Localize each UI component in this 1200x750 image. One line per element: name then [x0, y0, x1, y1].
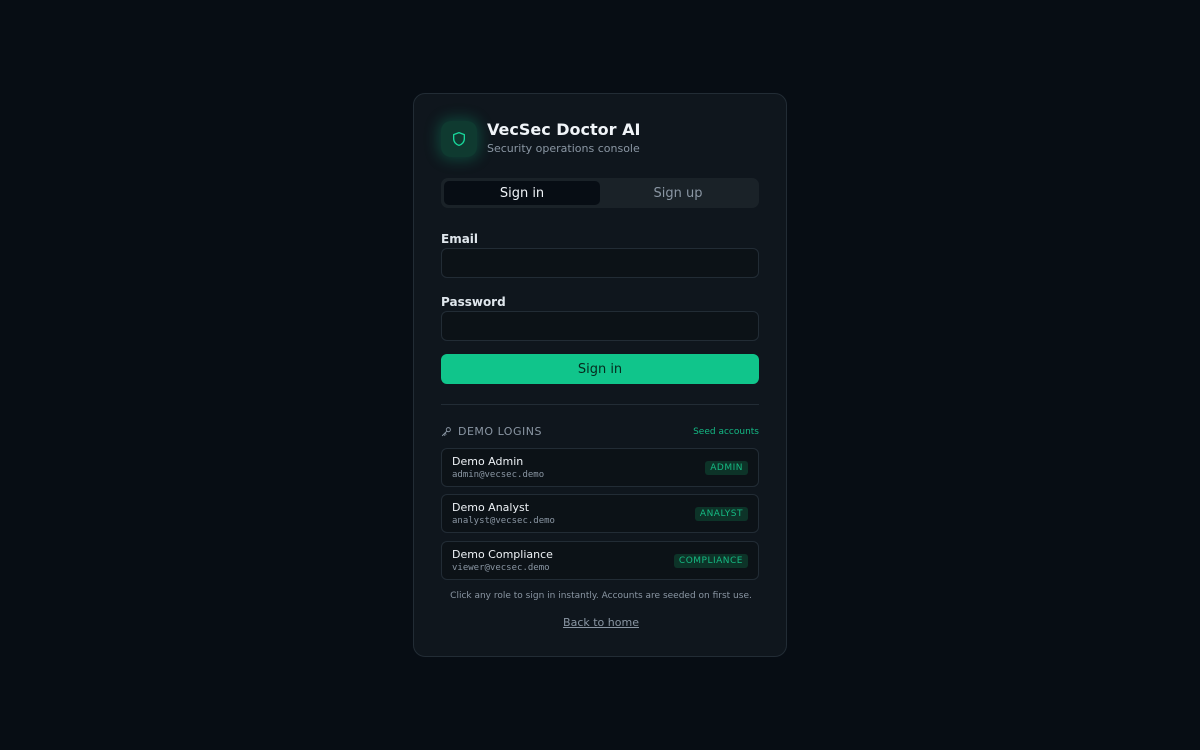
demo-account-name: Demo Admin: [452, 455, 524, 468]
app-title: VecSec Doctor AI: [487, 120, 641, 139]
key-icon: [441, 427, 451, 437]
role-badge: ANALYST: [694, 507, 748, 521]
tab-sign-in[interactable]: Sign in: [444, 181, 600, 205]
demo-account-compliance[interactable]: Demo Compliance viewer@vecsec.demo COMPL…: [441, 541, 759, 580]
email-field[interactable]: [441, 248, 759, 278]
shield-icon: [453, 131, 465, 146]
brand-header: VecSec Doctor AI Security operations con…: [441, 120, 640, 157]
demo-account-email: analyst@vecsec.demo: [452, 516, 555, 526]
demo-logins-title: DEMO LOGINS: [458, 425, 542, 438]
email-label: Email: [441, 232, 479, 246]
demo-logins-header: DEMO LOGINS Seed accounts: [441, 425, 759, 438]
demo-account-email: admin@vecsec.demo: [452, 470, 545, 480]
demo-account-name: Demo Compliance: [452, 548, 553, 561]
role-badge: ADMIN: [705, 461, 748, 475]
seed-accounts-link[interactable]: Seed accounts: [693, 427, 759, 437]
auth-card: VecSec Doctor AI Security operations con…: [413, 93, 787, 657]
tab-sign-up[interactable]: Sign up: [600, 181, 756, 205]
auth-tabs: Sign in Sign up: [441, 178, 759, 208]
demo-account-email: viewer@vecsec.demo: [452, 563, 550, 573]
password-field[interactable]: [441, 311, 759, 341]
sign-in-button[interactable]: Sign in: [441, 354, 759, 384]
brand-logo: [441, 120, 477, 157]
demo-hint-text: Click any role to sign in instantly. Acc…: [450, 591, 752, 601]
back-to-home-link[interactable]: Back to home: [414, 616, 788, 629]
demo-account-name: Demo Analyst: [452, 501, 530, 514]
demo-account-admin[interactable]: Demo Admin admin@vecsec.demo ADMIN: [441, 448, 759, 487]
section-divider: [441, 404, 759, 405]
role-badge: COMPLIANCE: [673, 554, 748, 568]
password-label: Password: [441, 295, 506, 309]
app-subtitle: Security operations console: [487, 142, 640, 155]
demo-account-analyst[interactable]: Demo Analyst analyst@vecsec.demo ANALYST: [441, 494, 759, 533]
brand-text: VecSec Doctor AI Security operations con…: [487, 120, 640, 157]
